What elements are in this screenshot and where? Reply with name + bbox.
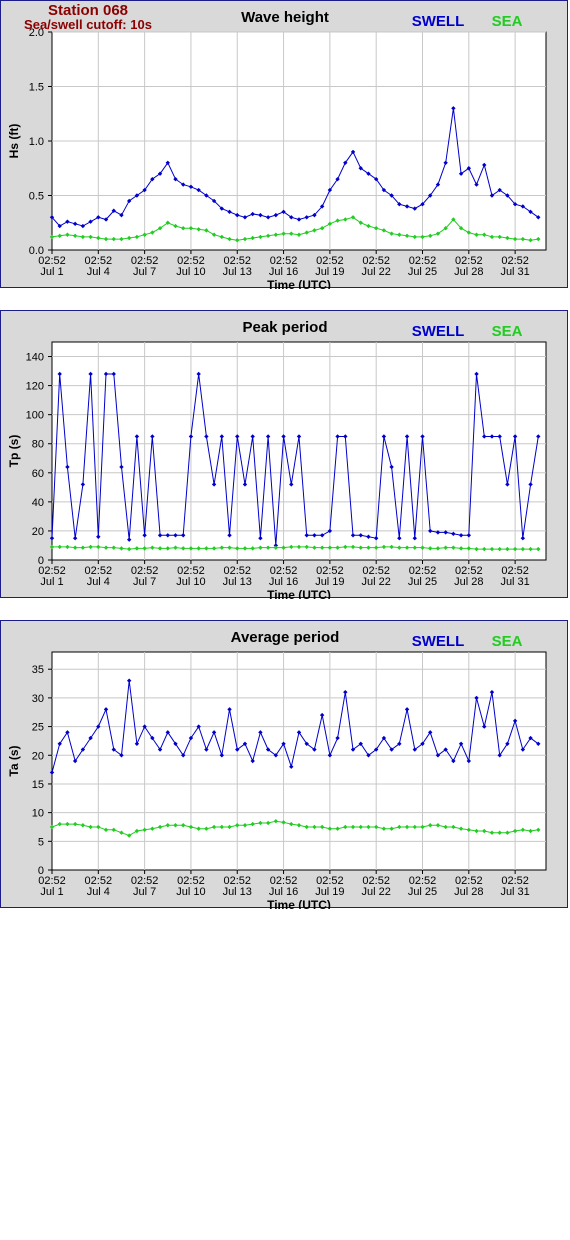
- y-tick-label: 0.5: [29, 191, 44, 203]
- y-tick-label: 120: [26, 381, 44, 393]
- x-tick-date: Jul 16: [269, 886, 298, 898]
- x-tick-date: Jul 22: [362, 886, 391, 898]
- x-tick-date: Jul 16: [269, 576, 298, 588]
- y-tick-label: 20: [32, 526, 44, 538]
- x-tick-date: Jul 25: [408, 266, 437, 278]
- x-tick-date: Jul 19: [315, 576, 344, 588]
- x-tick-date: Jul 28: [454, 576, 483, 588]
- legend-swell: SWELL: [412, 633, 465, 650]
- x-tick-date: Jul 31: [500, 886, 529, 898]
- x-axis-label: Time (UTC): [267, 588, 331, 599]
- legend-swell: SWELL: [412, 13, 465, 30]
- average-period-panel: 0 5 10 15 20 25 30 35 02:52 Jul 1 02:52 Jul 4 02:52 J…: [0, 620, 568, 909]
- x-tick-date: Jul 10: [176, 576, 205, 588]
- y-tick-label: 40: [32, 497, 44, 509]
- y-tick-label: 60: [32, 468, 44, 480]
- x-tick-date: Jul 1: [40, 576, 63, 588]
- chart-title: Average period: [231, 629, 340, 646]
- x-tick-date: Jul 1: [40, 266, 63, 278]
- peak-period-chart: 02040608010012014002:52Jul 102:52Jul 402…: [7, 319, 547, 599]
- x-tick-date: Jul 4: [87, 886, 110, 898]
- x-tick-date: Jul 13: [223, 576, 252, 588]
- y-tick-label: 1.5: [29, 82, 44, 94]
- x-tick-date: Jul 31: [500, 266, 529, 278]
- y-tick-label: 5: [38, 836, 44, 848]
- x-tick-date: Jul 13: [223, 886, 252, 898]
- legend-sea: SEA: [492, 13, 523, 30]
- x-tick-date: Jul 10: [176, 886, 205, 898]
- x-tick-date: Jul 28: [454, 886, 483, 898]
- x-axis-label: Time (UTC): [267, 898, 331, 909]
- x-tick-date: Jul 7: [133, 886, 156, 898]
- plot-area: [51, 341, 547, 561]
- y-tick-label: 30: [32, 693, 44, 705]
- y-tick-label: 80: [32, 439, 44, 451]
- wave-height-chart: 0.00.51.01.52.002:52Jul 102:52Jul 402:52…: [7, 9, 547, 289]
- x-tick-date: Jul 22: [362, 576, 391, 588]
- plot-area: [51, 651, 547, 871]
- legend-sea: SEA: [492, 323, 523, 340]
- x-tick-date: Jul 25: [408, 886, 437, 898]
- y-axis-label: Tp (s): [7, 435, 21, 468]
- y-tick-label: 20: [32, 750, 44, 762]
- station-cutoff-label: Sea/swell cutoff: 10s: [24, 17, 152, 32]
- peak-period-panel: 0 20 40 60 80 100 120 140 02:52 Jul 1 02:52 Jul 4 02…: [0, 310, 568, 599]
- average-period-chart: 0510152025303502:52Jul 102:52Jul 402:52J…: [7, 629, 547, 909]
- wave-height-panel: 0.0 0.5 1.0 1.5 2.0 02:52 Jul 1 02:52 Jul 4 02:52…: [0, 0, 568, 289]
- y-tick-label: 100: [26, 410, 44, 422]
- x-tick-date: Jul 28: [454, 266, 483, 278]
- y-tick-label: 25: [32, 722, 44, 734]
- x-tick-date: Jul 1: [40, 886, 63, 898]
- y-tick-label: 15: [32, 779, 44, 791]
- legend-sea: SEA: [492, 633, 523, 650]
- x-tick-date: Jul 10: [176, 266, 205, 278]
- chart-title: Wave height: [241, 9, 329, 26]
- y-tick-label: 10: [32, 808, 44, 820]
- x-tick-date: Jul 19: [315, 266, 344, 278]
- x-axis-label: Time (UTC): [267, 278, 331, 289]
- y-tick-label: 140: [26, 352, 44, 364]
- x-tick-date: Jul 25: [408, 576, 437, 588]
- x-tick-date: Jul 16: [269, 266, 298, 278]
- chart-title: Peak period: [242, 319, 327, 336]
- y-tick-label: 35: [32, 664, 44, 676]
- x-tick-date: Jul 19: [315, 886, 344, 898]
- y-axis-label: Hs (ft): [7, 124, 21, 159]
- y-axis-label: Ta (s): [7, 745, 21, 776]
- x-tick-date: Jul 22: [362, 266, 391, 278]
- y-tick-label: 1.0: [29, 136, 44, 148]
- x-tick-date: Jul 4: [87, 266, 110, 278]
- x-tick-date: Jul 7: [133, 576, 156, 588]
- x-tick-date: Jul 7: [133, 266, 156, 278]
- x-tick-date: Jul 13: [223, 266, 252, 278]
- x-tick-date: Jul 31: [500, 576, 529, 588]
- x-tick-date: Jul 4: [87, 576, 110, 588]
- legend-swell: SWELL: [412, 323, 465, 340]
